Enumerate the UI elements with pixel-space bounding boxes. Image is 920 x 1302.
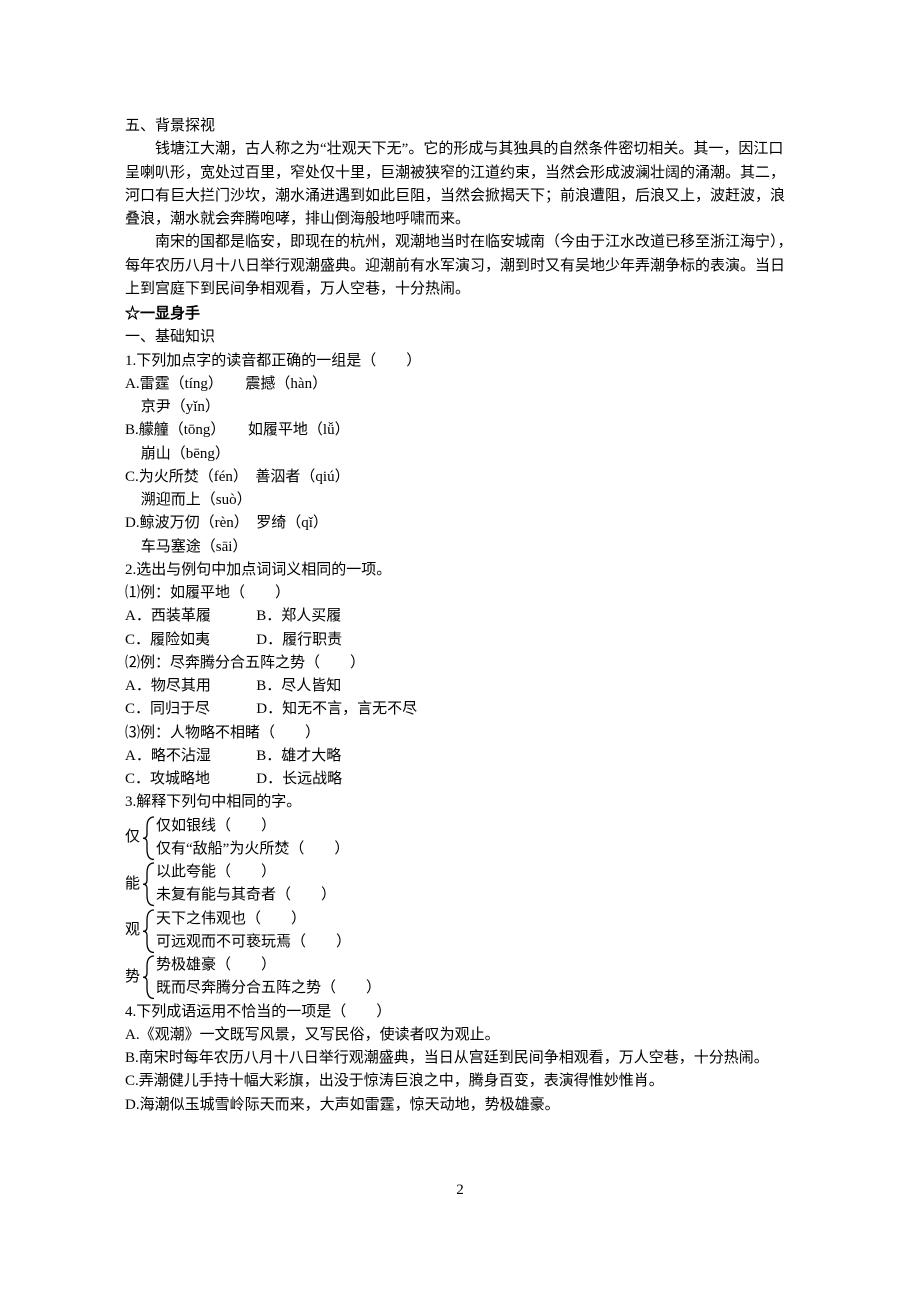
q1-option-b-line2: 崩山（bēng）: [125, 443, 795, 466]
q1-stem: 1.下列加点字的读音都正确的一组是（ ）: [125, 350, 795, 373]
q3-group-shi-item-1: 势极雄豪（ ）: [156, 954, 381, 977]
q3-group-neng-item-1: 以此夸能（ ）: [156, 861, 336, 884]
q3-stem: 3.解释下列句中相同的字。: [125, 791, 795, 814]
q3-group-shi-item-2: 既而尽奔腾分合五阵之势（ ）: [156, 977, 381, 1000]
q4-option-b: B.南宋时每年农历八月十八日举行观潮盛典，当日从宫廷到民间争相观看，万人空巷，十…: [125, 1047, 795, 1070]
brace-icon: [142, 861, 156, 908]
q2-part2-option-a: A．物尽其用: [125, 675, 253, 698]
q2-part1-option-c: C．履险如夷: [125, 629, 253, 652]
q3-group-guan-item-1: 天下之伟观也（ ）: [156, 908, 351, 931]
q4-option-c: C.弄潮健儿手持十幅大彩旗，出没于惊涛巨浪之中，腾身百变，表演得惟妙惟肖。: [125, 1070, 795, 1093]
q3-group-jin-item-1: 仅如银线（ ）: [156, 815, 349, 838]
q2-stem: 2.选出与例句中加点词词义相同的一项。: [125, 559, 795, 582]
q2-part1-row2: C．履险如夷 D．履行职责: [125, 629, 795, 652]
q3-group-shi-char: 势: [125, 954, 142, 1001]
paragraph-background-1: 钱塘江大潮，古人称之为“壮观天下无”。它的形成与其独具的自然条件密切相关。其一，…: [125, 138, 795, 231]
q4-option-d: D.海潮似玉城雪岭际天而来，大声如雷霆，惊天动地，势极雄豪。: [125, 1094, 795, 1117]
q2-part3-option-c: C．攻城略地: [125, 768, 253, 791]
q3-group-neng-item-2: 未复有能与其奇者（ ）: [156, 884, 336, 907]
q2-part2-example: ⑵例：尽奔腾分合五阵之势（ ）: [125, 652, 795, 675]
document-page: 五、背景探视 钱塘江大潮，古人称之为“壮观天下无”。它的形成与其独具的自然条件密…: [0, 0, 920, 1262]
q2-part2-row1: A．物尽其用 B．尽人皆知: [125, 675, 795, 698]
q3-group-neng-char: 能: [125, 861, 142, 908]
q2-part3-example: ⑶例：人物略不相睹（ ）: [125, 722, 795, 745]
q1-option-d-line1: D.鲸波万仞（rèn） 罗绮（qǐ）: [125, 512, 795, 535]
q4-stem: 4.下列成语运用不恰当的一项是（ ）: [125, 1001, 795, 1024]
q3-group-guan: 观 天下之伟观也（ ） 可远观而不可亵玩焉（ ）: [125, 908, 795, 955]
q2-part1-example: ⑴例：如履平地（ ）: [125, 582, 795, 605]
q3-group-jin-item-2: 仅有“敌船”为火所焚（ ）: [156, 838, 349, 861]
q3-group-neng: 能 以此夸能（ ） 未复有能与其奇者（ ）: [125, 861, 795, 908]
q2-part1-option-a: A．西装革履: [125, 605, 253, 628]
q4-option-a: A.《观潮》一文既写风景，又写民俗，使读者叹为观止。: [125, 1024, 795, 1047]
q2-part1-option-b: B．郑人买履: [256, 605, 341, 628]
q2-part2-option-d: D．知无不言，言无不尽: [256, 698, 417, 721]
q3-group-guan-char: 观: [125, 908, 142, 955]
section-heading-basics: 一、基础知识: [125, 326, 795, 349]
brace-icon: [142, 908, 156, 955]
brace-icon: [142, 815, 156, 862]
q2-part1-option-d: D．履行职责: [256, 629, 342, 652]
paragraph-background-2: 南宋的国都是临安，即现在的杭州，观潮地当时在临安城南（今由于江水改道已移至浙江海…: [125, 231, 795, 301]
q1-option-c-line1: C.为火所焚（fén） 善泅者（qiú）: [125, 466, 795, 489]
page-number: 2: [125, 1179, 795, 1202]
q3-group-shi: 势 势极雄豪（ ） 既而尽奔腾分合五阵之势（ ）: [125, 954, 795, 1001]
q2-part3-option-d: D．长远战略: [256, 768, 342, 791]
q3-group-guan-item-2: 可远观而不可亵玩焉（ ）: [156, 931, 351, 954]
q1-option-a-line1: A.雷霆（tíng） 震撼（hàn）: [125, 373, 795, 396]
section-heading-show: ☆一显身手: [125, 303, 795, 326]
q1-option-c-line2: 溯迎而上（suò）: [125, 489, 795, 512]
q2-part2-row2: C．同归于尽 D．知无不言，言无不尽: [125, 698, 795, 721]
q2-part1-row1: A．西装革履 B．郑人买履: [125, 605, 795, 628]
q1-option-b-line1: B.艨艟（tōng） 如履平地（lǚ）: [125, 419, 795, 442]
q2-part3-row2: C．攻城略地 D．长远战略: [125, 768, 795, 791]
q1-option-d-line2: 车马塞途（sāi）: [125, 536, 795, 559]
q2-part2-option-b: B．尽人皆知: [256, 675, 341, 698]
q2-part3-option-a: A．略不沾湿: [125, 745, 253, 768]
q2-part2-option-c: C．同归于尽: [125, 698, 253, 721]
q1-option-a-line2: 京尹（yǐn）: [125, 396, 795, 419]
q3-group-jin: 仅 仅如银线（ ） 仅有“敌船”为火所焚（ ）: [125, 815, 795, 862]
q2-part3-row1: A．略不沾湿 B．雄才大略: [125, 745, 795, 768]
q3-group-jin-char: 仅: [125, 815, 142, 862]
section-heading-background: 五、背景探视: [125, 115, 795, 138]
brace-icon: [142, 954, 156, 1001]
q2-part3-option-b: B．雄才大略: [256, 745, 341, 768]
